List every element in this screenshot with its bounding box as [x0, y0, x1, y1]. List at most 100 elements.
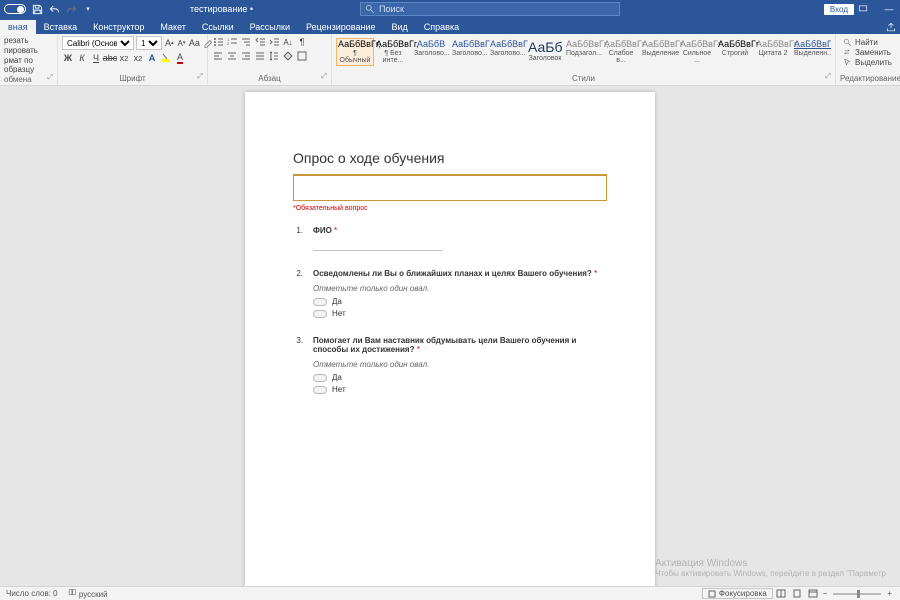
highlight-icon[interactable]: [160, 52, 172, 64]
qat-dropdown-icon[interactable]: ▾: [82, 3, 94, 15]
title-bar: ▾ тестирование • Поиск Вход —: [0, 0, 900, 18]
style-item[interactable]: АаБбЗаголовок: [526, 38, 564, 64]
zoom-slider[interactable]: [833, 593, 881, 595]
multilevel-icon[interactable]: [240, 36, 252, 48]
find-button[interactable]: Найти: [843, 38, 893, 47]
focus-mode-button[interactable]: Фокусировка: [702, 588, 773, 599]
style-item[interactable]: АаБбВвГг,Выделенн...: [792, 38, 830, 59]
cursor-icon: [843, 58, 852, 67]
zoom-out-icon[interactable]: −: [823, 589, 828, 598]
ribbon: резать пировать рмат по образцу обмена⤢ …: [0, 34, 900, 86]
bullets-icon[interactable]: [212, 36, 224, 48]
document-area[interactable]: Опрос о ходе обучения *Обязательный вопр…: [0, 86, 900, 586]
sort-icon[interactable]: А↓: [282, 36, 294, 48]
print-layout-icon[interactable]: [790, 589, 804, 599]
grow-font-icon[interactable]: A▴: [164, 37, 175, 49]
style-item[interactable]: АаБбВвГЗаголово...: [450, 38, 488, 59]
tab-help[interactable]: Справка: [416, 20, 467, 34]
survey-title: Опрос о ходе обучения: [293, 150, 607, 170]
align-right-icon[interactable]: [240, 50, 252, 62]
undo-icon[interactable]: [48, 3, 60, 15]
shrink-font-icon[interactable]: A▾: [177, 37, 187, 49]
style-item[interactable]: АаБбВвГг,¶ Без инте...: [374, 38, 412, 66]
borders-icon[interactable]: [296, 50, 308, 62]
select-button[interactable]: Выделить: [843, 58, 893, 67]
save-icon[interactable]: [31, 3, 43, 15]
pilcrow-icon[interactable]: ¶: [296, 36, 308, 48]
font-color-icon[interactable]: A: [174, 52, 186, 64]
justify-icon[interactable]: [254, 50, 266, 62]
shading-icon[interactable]: [282, 50, 294, 62]
style-item[interactable]: АаБбВвГг,¶ Обычный: [336, 38, 374, 66]
autosave-toggle[interactable]: [4, 4, 26, 14]
dialog-launcher-icon[interactable]: ⤢: [321, 73, 327, 81]
dialog-launcher-icon[interactable]: ⤢: [197, 73, 203, 81]
style-item[interactable]: АаБбВЗаголово...: [412, 38, 450, 59]
style-item[interactable]: АаБбВвГгСлабое в...: [602, 38, 640, 66]
style-item[interactable]: АаБбВвГг,Цитата 2: [754, 38, 792, 59]
option[interactable]: Нет: [313, 385, 607, 394]
search-box[interactable]: Поиск: [360, 2, 620, 16]
replace-button[interactable]: Заменить: [843, 48, 893, 57]
word-count[interactable]: Число слов: 0: [6, 589, 58, 598]
cut-button[interactable]: резать: [4, 36, 53, 45]
oval-icon: [313, 298, 327, 306]
oval-icon: [313, 386, 327, 394]
tab-layout[interactable]: Макет: [152, 20, 193, 34]
tab-review[interactable]: Рецензирование: [298, 20, 384, 34]
italic-icon[interactable]: К: [76, 52, 88, 64]
read-mode-icon[interactable]: [774, 589, 788, 599]
superscript-icon[interactable]: x2: [132, 52, 144, 64]
line-spacing-icon[interactable]: [268, 50, 280, 62]
text-effects-icon[interactable]: A: [146, 52, 158, 64]
align-left-icon[interactable]: [212, 50, 224, 62]
question: 1.ФИО *: [293, 226, 607, 251]
style-item[interactable]: ААББВВГГ,Слабая сс...: [830, 38, 831, 66]
description-box[interactable]: [293, 175, 607, 201]
tab-view[interactable]: Вид: [384, 20, 416, 34]
login-button[interactable]: Вход: [824, 4, 854, 15]
dialog-launcher-icon[interactable]: ⤢: [825, 73, 831, 81]
oval-icon: [313, 374, 327, 382]
language-button[interactable]: русский: [68, 588, 108, 599]
tab-home[interactable]: вная: [0, 20, 36, 34]
zoom-in-icon[interactable]: +: [887, 589, 892, 598]
option[interactable]: Нет: [313, 309, 607, 318]
change-case-icon[interactable]: Aa: [188, 37, 200, 49]
minimize-icon[interactable]: —: [880, 4, 898, 14]
style-item[interactable]: АаБбВвГгСильное ...: [678, 38, 716, 66]
style-item[interactable]: АаБбВвГЗаголово...: [488, 38, 526, 59]
style-item[interactable]: АаБбВвГг,Подзагол...: [564, 38, 602, 59]
underline-icon[interactable]: Ч: [90, 52, 102, 64]
style-item[interactable]: АаБбВвГгВыделение: [640, 38, 678, 59]
bold-icon[interactable]: Ж: [62, 52, 74, 64]
increase-indent-icon[interactable]: [268, 36, 280, 48]
dialog-launcher-icon[interactable]: ⤢: [47, 74, 53, 84]
group-label: Редактирование: [840, 73, 896, 83]
question: 2.Осведомлены ли Вы о ближайших планах и…: [293, 269, 607, 318]
search-icon: [843, 38, 852, 47]
web-layout-icon[interactable]: [806, 589, 820, 599]
style-item[interactable]: АаБбВвГгСтрогий: [716, 38, 754, 59]
tab-design[interactable]: Конструктор: [85, 20, 152, 34]
question: 3.Помогает ли Вам наставник обдумывать ц…: [293, 336, 607, 394]
strike-icon[interactable]: abc: [104, 52, 116, 64]
tab-references[interactable]: Ссылки: [194, 20, 242, 34]
ribbon-display-icon[interactable]: [858, 4, 876, 14]
align-center-icon[interactable]: [226, 50, 238, 62]
format-painter-button[interactable]: рмат по образцу: [4, 56, 53, 74]
answer-line[interactable]: [313, 241, 443, 251]
numbering-icon[interactable]: 12: [226, 36, 238, 48]
share-icon[interactable]: [878, 20, 900, 34]
tab-mailings[interactable]: Рассылки: [242, 20, 298, 34]
option[interactable]: Да: [313, 373, 607, 382]
option[interactable]: Да: [313, 297, 607, 306]
tab-insert[interactable]: Вставка: [36, 20, 85, 34]
copy-button[interactable]: пировать: [4, 46, 53, 55]
decrease-indent-icon[interactable]: [254, 36, 266, 48]
font-size-select[interactable]: 11: [136, 36, 162, 50]
redo-icon[interactable]: [65, 3, 77, 15]
font-family-select[interactable]: Calibri (Основн: [62, 36, 134, 50]
page[interactable]: Опрос о ходе обучения *Обязательный вопр…: [245, 92, 655, 586]
subscript-icon[interactable]: x2: [118, 52, 130, 64]
